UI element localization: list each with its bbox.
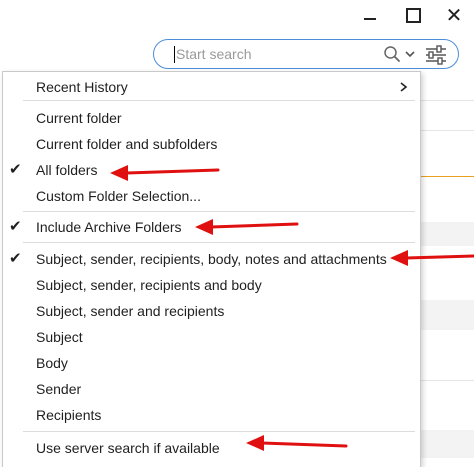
menu-item-subject[interactable]: Subject (3, 324, 420, 350)
menu-item-current-folder[interactable]: Current folder (3, 105, 420, 131)
annotation-arrow-icon (195, 219, 299, 235)
maximize-button[interactable] (395, 0, 431, 30)
text-caret (174, 46, 175, 63)
chevron-down-icon[interactable] (404, 47, 416, 61)
menu-item-label: Recent History (36, 79, 128, 95)
annotation-arrow-icon (390, 250, 474, 266)
background-divider (420, 380, 474, 381)
menu-separator (23, 211, 415, 212)
minimize-icon (364, 18, 376, 20)
search-icon[interactable] (383, 45, 401, 63)
menu-item-body[interactable]: Body (3, 350, 420, 376)
background-divider (420, 100, 474, 101)
menu-item-custom-folder-selection[interactable]: Custom Folder Selection... (3, 183, 420, 209)
menu-separator (23, 431, 415, 432)
background-divider (420, 130, 474, 131)
background-row (420, 430, 474, 458)
search-scope-menu: Recent History Current folder Current fo… (2, 71, 421, 467)
filter-sliders-icon[interactable] (424, 44, 448, 66)
menu-item-all-fields[interactable]: ✔ Subject, sender, recipients, body, not… (3, 246, 420, 272)
menu-item-recent-history[interactable]: Recent History (3, 74, 420, 100)
check-icon: ✔ (9, 218, 22, 235)
background-row (420, 222, 474, 246)
check-icon: ✔ (9, 250, 22, 267)
close-icon: ✕ (445, 4, 463, 27)
minimize-button[interactable] (352, 0, 388, 30)
annotation-arrow-icon (246, 435, 348, 451)
check-icon: ✔ (9, 161, 22, 178)
annotation-arrow-icon (110, 165, 220, 181)
background-row (420, 300, 474, 330)
menu-separator (23, 100, 415, 101)
search-input[interactable] (176, 43, 366, 65)
background-accent-line (420, 176, 474, 177)
search-box[interactable] (153, 39, 459, 69)
maximize-icon (405, 7, 421, 23)
menu-item-subject-sender-recipients[interactable]: Subject, sender and recipients (3, 298, 420, 324)
menu-item-sender[interactable]: Sender (3, 376, 420, 402)
menu-item-server-search[interactable]: Use server search if available (3, 435, 420, 461)
menu-item-current-folder-subfolders[interactable]: Current folder and subfolders (3, 131, 420, 157)
menu-separator (23, 242, 415, 243)
close-button[interactable]: ✕ (436, 0, 472, 30)
submenu-arrow-icon (400, 82, 408, 92)
menu-item-recipients[interactable]: Recipients (3, 402, 420, 428)
menu-item-subject-sender-recipients-body[interactable]: Subject, sender, recipients and body (3, 272, 420, 298)
